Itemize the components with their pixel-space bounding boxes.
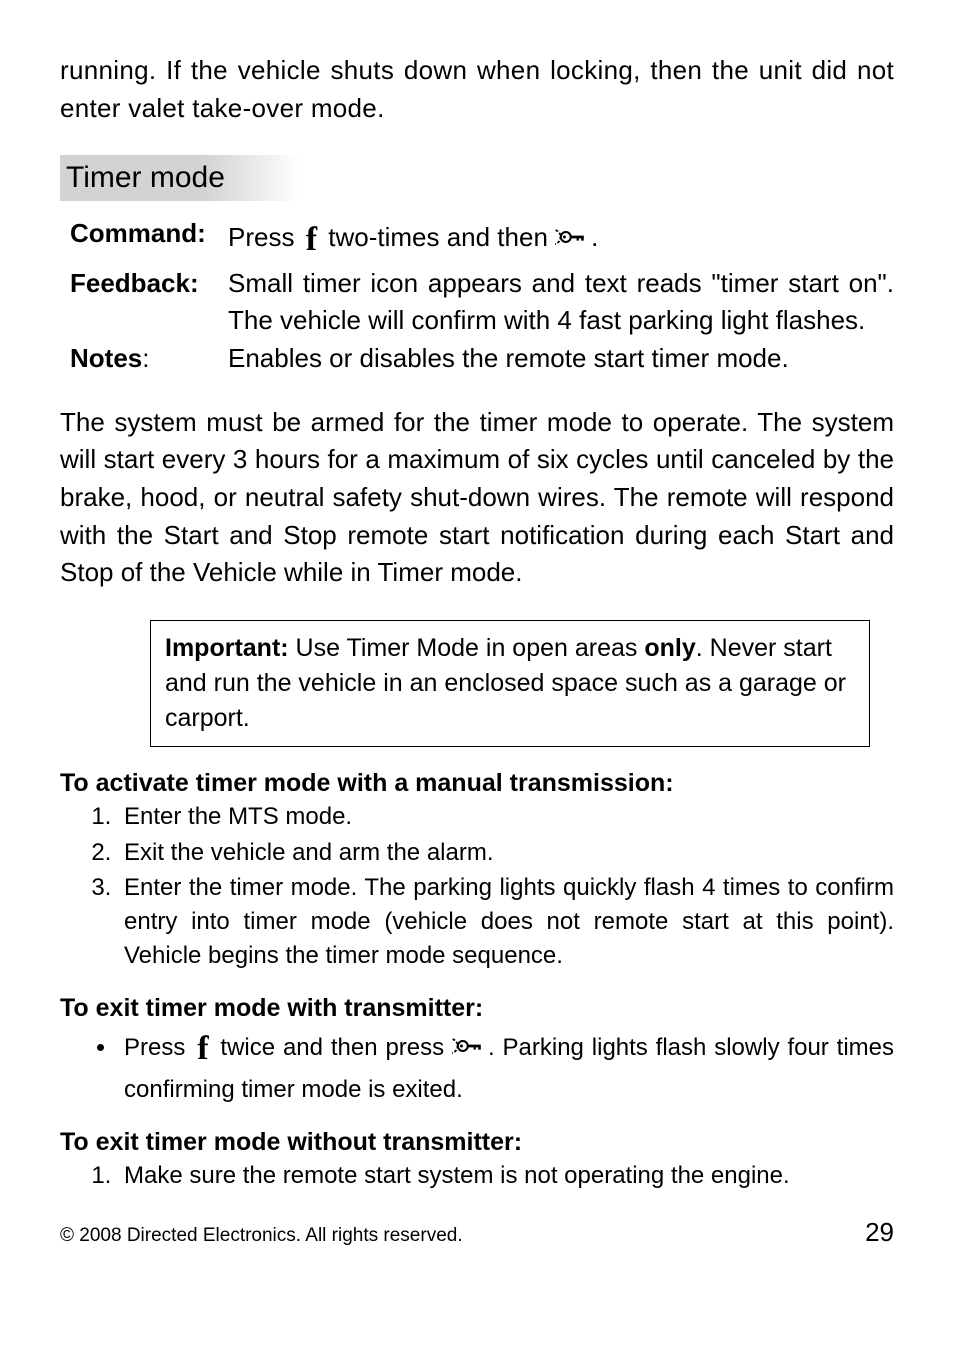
key-icon xyxy=(452,1033,488,1069)
page-number: 29 xyxy=(865,1217,894,1248)
important-only: only xyxy=(644,634,695,662)
def-row-feedback: Feedback: Small timer icon appears and t… xyxy=(70,265,894,340)
copyright-text: © 2008 Directed Electronics. All rights … xyxy=(60,1225,463,1247)
steps-exit-without-transmitter: Make sure the remote start system is not… xyxy=(60,1159,894,1193)
body-paragraph: The system must be armed for the timer m… xyxy=(60,404,894,592)
def-value-notes: Enables or disables the remote start tim… xyxy=(228,340,894,378)
list-item: Exit the vehicle and arm the alarm. xyxy=(118,836,894,870)
list-item: Enter the MTS mode. xyxy=(118,800,894,834)
steps-activate-manual: Enter the MTS mode. Exit the vehicle and… xyxy=(60,800,894,972)
def-value-feedback: Small timer icon appears and text reads … xyxy=(228,265,894,340)
def-label-feedback: Feedback: xyxy=(70,265,228,340)
subheading-exit-without-transmitter: To exit timer mode without transmitter: xyxy=(60,1128,894,1157)
page: running. If the vehicle shuts down when … xyxy=(0,0,954,1278)
def-value-command: Press f two-times and then . xyxy=(228,215,894,264)
list-item: Press f twice and then press . Parking l… xyxy=(118,1025,894,1106)
def-row-notes: Notes: Enables or disables the remote st… xyxy=(70,340,894,378)
bullets-exit-with-transmitter: Press f twice and then press . Parking l… xyxy=(60,1025,894,1106)
section-heading-timer-mode: Timer mode xyxy=(60,155,300,201)
subheading-activate-manual: To activate timer mode with a manual tra… xyxy=(60,769,894,798)
def-label-command: Command: xyxy=(70,215,228,264)
list-item: Enter the timer mode. The parking lights… xyxy=(118,871,894,972)
definition-list: Command: Press f two-times and then . Fe… xyxy=(70,215,894,377)
f-icon: f xyxy=(302,215,321,264)
f-icon: f xyxy=(193,1025,212,1073)
def-label-notes: Notes: xyxy=(70,340,228,378)
intro-paragraph: running. If the vehicle shuts down when … xyxy=(60,52,894,127)
def-row-command: Command: Press f two-times and then . xyxy=(70,215,894,264)
list-item: Make sure the remote start system is not… xyxy=(118,1159,894,1193)
important-callout: Important: Use Timer Mode in open areas … xyxy=(150,620,870,747)
important-label: Important: xyxy=(165,634,289,662)
page-footer: © 2008 Directed Electronics. All rights … xyxy=(60,1217,894,1248)
subheading-exit-with-transmitter: To exit timer mode with transmitter: xyxy=(60,994,894,1023)
key-icon xyxy=(555,223,591,261)
